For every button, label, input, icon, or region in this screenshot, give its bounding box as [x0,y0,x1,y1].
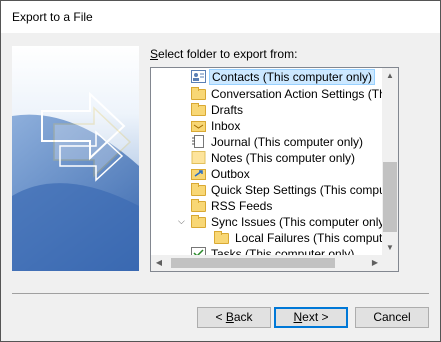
tree-item-outbox[interactable]: Outbox [151,166,383,182]
vertical-scrollbar[interactable]: ▲ ▼ [382,68,398,256]
tree-item-conversation-action-settings[interactable]: Conversation Action Settings (This c [151,86,383,102]
folder-icon [191,199,206,212]
contacts-icon [191,70,206,83]
notes-icon [191,151,206,164]
tree-item-notes[interactable]: Notes (This computer only) [151,150,383,166]
tree-item-quick-step-settings[interactable]: Quick Step Settings (This computer o [151,182,383,198]
tree-item-drafts[interactable]: Drafts [151,102,383,118]
folder-icon [214,231,229,244]
title-bar: Export to a File [1,1,440,33]
tree-item-journal[interactable]: Journal (This computer only) [151,134,383,150]
folder-icon [191,215,206,228]
tree-item-sync-issues[interactable]: ⌵ Sync Issues (This computer only) [151,214,383,230]
wizard-banner-image [12,46,139,271]
tree-item-contacts[interactable]: Contacts (This computer only) [151,69,383,85]
scroll-left-icon[interactable]: ◀ [151,255,167,271]
footer-divider [12,293,429,294]
vertical-scroll-thumb[interactable] [383,162,397,232]
scrollbar-corner [382,255,398,271]
scroll-down-icon[interactable]: ▼ [382,240,398,256]
outbox-icon [191,167,206,180]
folder-tree-rows: Contacts (This computer only) Conversati… [151,68,383,256]
folder-icon [191,87,206,100]
folder-icon [191,183,206,196]
journal-icon [191,135,206,148]
tree-item-inbox[interactable]: Inbox [151,118,383,134]
inbox-icon [191,119,206,132]
folder-tree[interactable]: Contacts (This computer only) Conversati… [150,67,399,272]
scroll-up-icon[interactable]: ▲ [382,68,398,84]
chevron-down-icon[interactable]: ⌵ [178,217,187,226]
horizontal-scrollbar[interactable]: ◀ ▶ [151,255,383,271]
export-dialog: Export to a File Select folder to export… [0,0,441,342]
tree-item-rss-feeds[interactable]: RSS Feeds [151,198,383,214]
tree-item-local-failures[interactable]: Local Failures (This computer on [151,230,383,246]
back-button[interactable]: < Back [197,307,271,328]
folder-list-label: Select folder to export from: [150,47,298,61]
horizontal-scroll-thumb[interactable] [171,258,335,268]
folder-icon [191,103,206,116]
cancel-button[interactable]: Cancel [355,307,429,328]
scroll-right-icon[interactable]: ▶ [367,255,383,271]
next-button[interactable]: Next > [274,307,348,328]
dialog-title: Export to a File [12,10,93,24]
